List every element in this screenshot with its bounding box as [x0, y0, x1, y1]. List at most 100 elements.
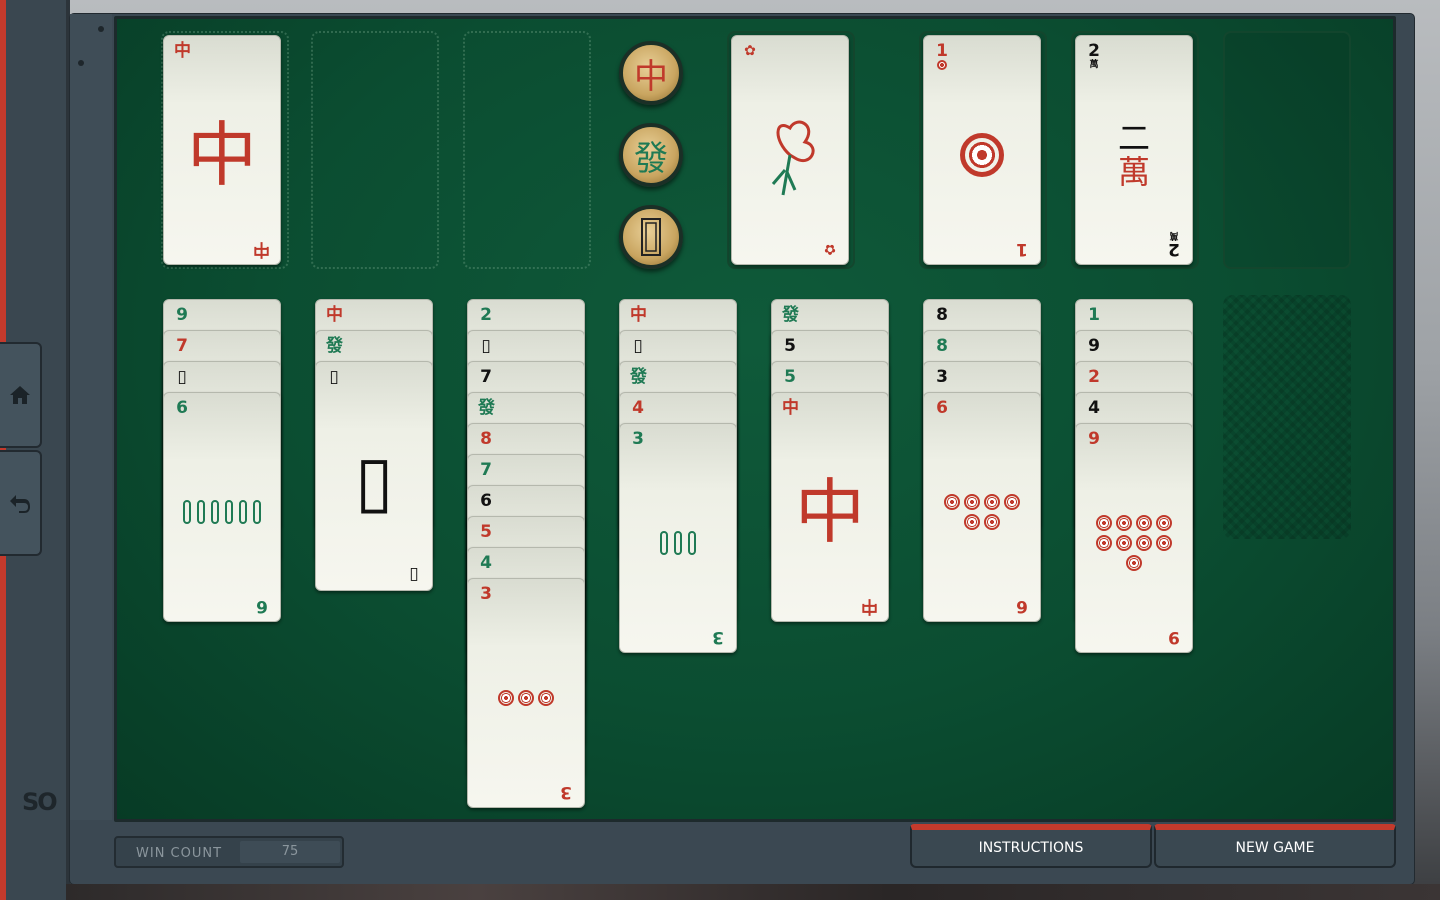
foundation-dots-card[interactable]: 1 1 [923, 35, 1041, 265]
tableau-card[interactable]: 99 [1075, 423, 1193, 653]
dot-icon [1116, 515, 1132, 531]
dots-icon [960, 133, 1004, 177]
card-index: 5 [784, 336, 796, 356]
tableau-card[interactable]: 33 [619, 423, 737, 653]
dot-icon [984, 514, 1000, 530]
card-index: 發 [630, 367, 647, 387]
free-cell-2[interactable] [311, 31, 439, 269]
card-index: 中 [174, 41, 191, 61]
card-index: 2 [480, 305, 492, 325]
card-index: 5 [480, 522, 492, 542]
red-dragon-glyph: 中 [187, 114, 257, 196]
flower-card[interactable]: ✿ ✿ [731, 35, 849, 265]
win-count-label: WIN COUNT [136, 846, 223, 861]
card-index: ✿ [744, 43, 756, 59]
dot-icon [1004, 494, 1020, 510]
card-index: 中 [782, 398, 799, 418]
bamboo-icon [211, 500, 219, 524]
dot-icon [1136, 535, 1152, 551]
white-dragon-icon [641, 218, 661, 256]
card-index: 4 [480, 553, 492, 573]
card-index: 7 [480, 460, 492, 480]
dot-icon [1096, 515, 1112, 531]
card-index: ▯ [329, 367, 339, 387]
tableau-empty-slot[interactable] [1223, 295, 1351, 539]
card-index: 中 [630, 305, 647, 325]
card-face [468, 639, 584, 757]
tableau-card[interactable]: 33 [467, 578, 585, 808]
dot-icon [1116, 535, 1132, 551]
card-index: 9 [1088, 336, 1100, 356]
tableau-card[interactable]: 66 [923, 392, 1041, 622]
card-face [924, 453, 1040, 571]
felt-table: 中 中 中 中 發 ✿ ✿ 1 1 2萬 二 萬 2 萬 9 7 ▯ 6 6 中… [114, 16, 1396, 822]
tableau-card[interactable]: ▯ ▯ ▯ [315, 361, 433, 591]
free-cell-3[interactable] [463, 31, 591, 269]
new-game-button[interactable]: NEW GAME [1154, 824, 1396, 868]
card-index: 發 [326, 336, 343, 356]
foundation-empty[interactable] [1223, 31, 1351, 269]
card-index: 4 [632, 398, 644, 418]
dot-icon [964, 494, 980, 510]
card-index: ▯ [177, 367, 187, 387]
dot-icon [1126, 555, 1142, 571]
dot-icon [1096, 535, 1112, 551]
dot-icon [1156, 515, 1172, 531]
card-index: 3 [936, 367, 948, 387]
tableau-card[interactable]: 66 [163, 392, 281, 622]
bamboo-icon [239, 500, 247, 524]
card-index-bottom: 2萬 [1168, 230, 1180, 259]
card-index-bottom: 6 [256, 596, 268, 616]
card-index: 3 [632, 429, 644, 449]
card-index: 發 [478, 398, 495, 418]
dot-icon [984, 494, 1000, 510]
bamboo-icon [688, 531, 696, 555]
card-index: 2 [1088, 367, 1100, 387]
card-index: 5 [784, 367, 796, 387]
card-index: 8 [480, 429, 492, 449]
bamboo-icon [253, 500, 261, 524]
card-index-bottom: 3 [560, 782, 572, 802]
card-index: 6 [176, 398, 188, 418]
card-index: 中 [326, 305, 343, 325]
dragon-glyph: 中 [795, 471, 865, 553]
card-face: ▯ [316, 422, 432, 540]
foundation-characters-card[interactable]: 2萬 二 萬 2萬 [1075, 35, 1193, 265]
card-index: 7 [480, 367, 492, 387]
side-controls [70, 14, 112, 820]
bamboo-icon [183, 500, 191, 524]
green-dragon-button[interactable]: 發 [619, 123, 683, 187]
card-index: 6 [480, 491, 492, 511]
dragon-glyph: ▯ [354, 440, 394, 522]
white-dragon-button[interactable] [619, 205, 683, 269]
undo-button[interactable] [0, 450, 42, 556]
home-button[interactable] [0, 342, 42, 448]
card-face [1076, 484, 1192, 602]
character-top: 二 [1117, 119, 1150, 157]
card-index-bottom: 中 [253, 239, 270, 259]
dot-icon [944, 494, 960, 510]
bamboo-icon [225, 500, 233, 524]
instructions-button[interactable]: INSTRUCTIONS [910, 824, 1152, 868]
card-index: 發 [782, 305, 799, 325]
card-index: 8 [936, 336, 948, 356]
screw-dot [98, 26, 104, 32]
home-icon [10, 386, 30, 404]
card-index: 9 [176, 305, 188, 325]
card-index: 1 [1088, 305, 1100, 325]
dot-icon [498, 690, 514, 706]
free-cell-card[interactable]: 中 中 中 [163, 35, 281, 265]
card-index: 7 [176, 336, 188, 356]
red-dragon-button[interactable]: 中 [619, 41, 683, 105]
card-index: 3 [480, 584, 492, 604]
card-index: 1 [934, 42, 950, 73]
card-index-bottom: ▯ [409, 565, 419, 585]
dot-icon [964, 514, 980, 530]
card-index: 2萬 [1088, 41, 1100, 70]
card-index-bottom: 6 [1016, 596, 1028, 616]
card-index: ▯ [633, 336, 643, 356]
win-count-box: WIN COUNT 75 [114, 836, 344, 868]
card-face [164, 453, 280, 571]
tableau-card[interactable]: 中中中 [771, 392, 889, 622]
card-index: 8 [936, 305, 948, 325]
